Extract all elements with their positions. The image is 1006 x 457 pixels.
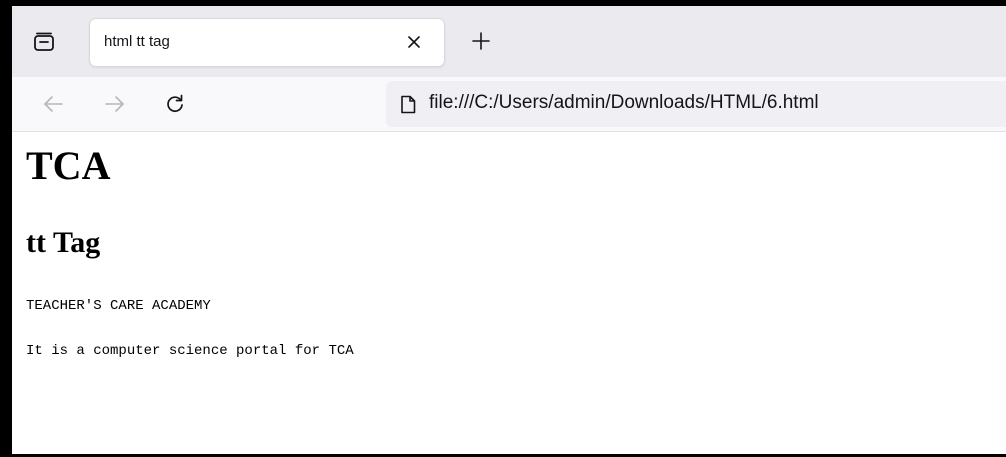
tab-title: html tt tag [104, 33, 170, 50]
page-heading-1: TCA [26, 143, 111, 188]
page-heading-2: tt Tag [26, 226, 101, 259]
new-tab-button[interactable] [468, 28, 494, 54]
tt-paragraph-2: It is a computer science portal for TCA [26, 343, 354, 359]
page-icon [398, 94, 418, 114]
forward-button[interactable] [102, 91, 128, 117]
back-button[interactable] [40, 91, 66, 117]
navigation-toolbar: file:///C:/Users/admin/Downloads/HTML/6.… [12, 77, 1006, 132]
tab-active[interactable]: html tt tag [90, 19, 444, 66]
address-bar[interactable]: file:///C:/Users/admin/Downloads/HTML/6.… [386, 81, 1006, 127]
reload-icon [167, 94, 183, 112]
tt-paragraph-1: TEACHER'S CARE ACADEMY [26, 298, 211, 314]
tab-close-button[interactable] [402, 30, 426, 54]
forward-arrow-icon [105, 96, 124, 112]
plus-icon [472, 32, 490, 50]
browser-window: html tt tag file:///C:/Users/admin/Downl… [0, 0, 1006, 457]
tab-strip: html tt tag [12, 6, 1006, 77]
close-icon [408, 36, 420, 48]
page-content: TCA tt Tag TEACHER'S CARE ACADEMY It is … [12, 132, 1006, 454]
tab-overview-button[interactable] [22, 24, 66, 60]
reload-button[interactable] [162, 91, 188, 117]
tab-overview-icon [34, 32, 54, 51]
url-text[interactable]: file:///C:/Users/admin/Downloads/HTML/6.… [429, 92, 819, 114]
back-arrow-icon [44, 96, 63, 112]
